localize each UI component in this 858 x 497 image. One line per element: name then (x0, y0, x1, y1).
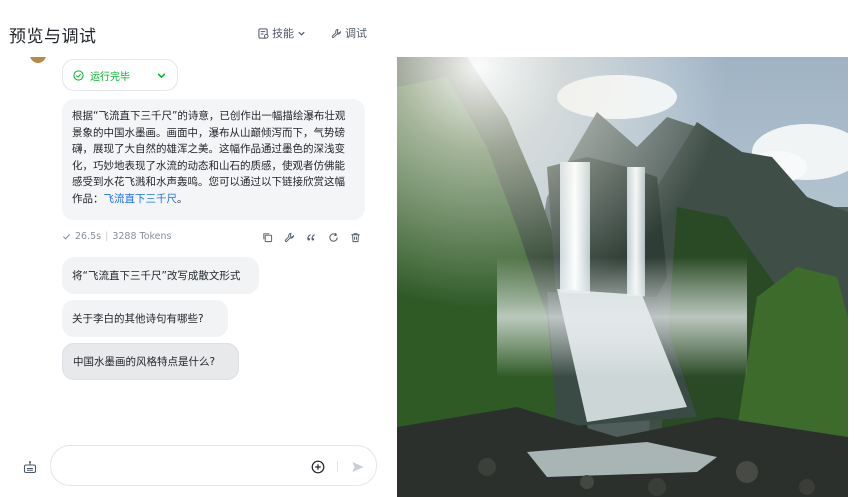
generated-waterfall-image (397, 57, 848, 497)
artwork-link[interactable]: 飞流直下三千尺 (104, 193, 178, 205)
assistant-message: 根据“飞流直下三千尺”的诗意，已创作出一幅描绘瀑布壮观景象的中国水墨画。画面中，… (62, 99, 365, 220)
suggestion-chip[interactable]: 关于李白的其他诗句有哪些? (62, 300, 228, 337)
send-icon (352, 462, 364, 472)
suggestion-chip[interactable]: 中国水墨画的风格特点是什么? (62, 343, 239, 380)
header: 预览与调试 技能 调试 (0, 0, 858, 60)
regenerate-button[interactable] (328, 231, 339, 243)
trash-icon (351, 232, 360, 242)
page-title: 预览与调试 (9, 27, 97, 47)
avatar (30, 57, 46, 63)
bot-settings-button[interactable] (23, 459, 37, 478)
copy-button[interactable] (262, 231, 273, 243)
plus-circle-icon (311, 460, 325, 474)
copy-icon (263, 232, 273, 242)
robot-icon (23, 461, 37, 474)
message-actions (262, 231, 361, 243)
response-time: 26.5s (75, 231, 102, 242)
skills-button[interactable]: 技能 (258, 25, 306, 41)
suggestion-chip[interactable]: 将“飞流直下三千尺”改写成散文形式 (62, 257, 259, 294)
debug-button[interactable]: 调试 (331, 25, 367, 41)
chat-panel: 运行完毕 根据“飞流直下三千尺”的诗意，已创作出一幅描绘瀑布壮观景象的中国水墨画… (0, 57, 397, 497)
debug-message-button[interactable] (284, 231, 295, 243)
quote-button[interactable] (306, 231, 317, 243)
waterfall-painting (397, 57, 848, 497)
run-status-toggle[interactable]: 运行完毕 (62, 59, 178, 91)
chat-input-container (50, 445, 377, 486)
message-meta: 26.5s | 3288 Tokens (62, 231, 172, 242)
message-text: 根据“飞流直下三千尺”的诗意，已创作出一幅描绘瀑布壮观景象的中国水墨画。画面中，… (72, 110, 346, 205)
chat-input[interactable] (65, 456, 305, 476)
check-icon (62, 233, 71, 240)
message-end: 。 (177, 192, 188, 205)
run-status-label: 运行完毕 (90, 71, 130, 83)
debug-label: 调试 (345, 27, 367, 40)
check-circle-icon (73, 69, 84, 81)
token-count: 3288 Tokens (112, 231, 172, 242)
quote-icon (307, 233, 315, 241)
skill-icon (258, 27, 269, 39)
skills-label: 技能 (272, 27, 294, 40)
meta-divider: | (105, 231, 109, 242)
wrench-icon (331, 28, 341, 38)
chevron-down-icon (298, 31, 305, 36)
attach-button[interactable] (311, 459, 325, 478)
wrench-icon (284, 232, 294, 242)
input-divider (337, 461, 338, 472)
send-button[interactable] (351, 459, 365, 478)
delete-button[interactable] (350, 231, 361, 243)
refresh-icon (329, 232, 338, 242)
chevron-down-icon (157, 73, 166, 79)
